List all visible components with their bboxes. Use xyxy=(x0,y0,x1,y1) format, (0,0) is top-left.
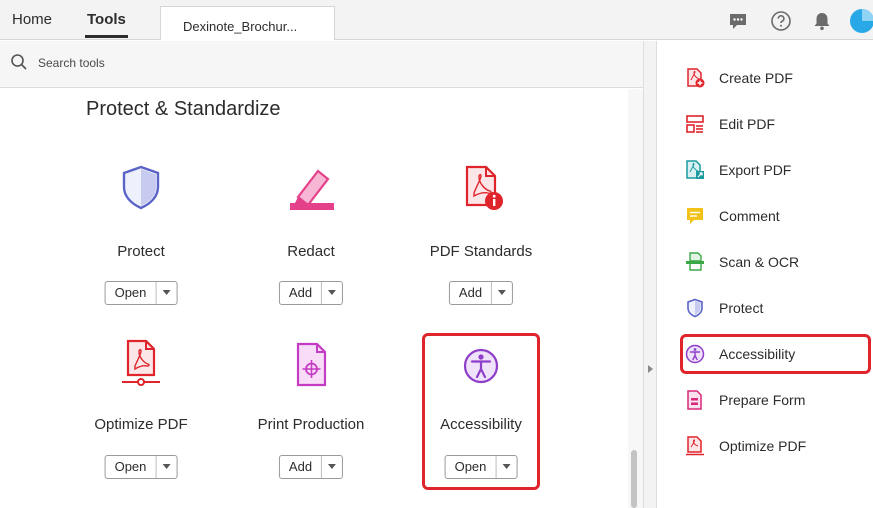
add-split-button: Add xyxy=(278,455,344,479)
tab-home[interactable]: Home xyxy=(12,11,52,28)
chevron-down-icon xyxy=(162,464,171,469)
tool-print-production[interactable]: Print Production Add xyxy=(226,89,396,479)
panel-item-prepare-form[interactable]: Prepare Form xyxy=(657,383,873,417)
search-bar xyxy=(0,41,643,88)
optimize-pdf-icon xyxy=(122,339,160,386)
add-split-button: Add xyxy=(278,281,344,305)
chevron-down-icon xyxy=(328,290,337,295)
shield-icon xyxy=(687,298,703,318)
print-production-icon xyxy=(296,342,327,387)
add-button[interactable]: Add xyxy=(280,282,323,304)
panel-item-edit-pdf[interactable]: Edit PDF xyxy=(657,107,873,141)
open-split-button: Open xyxy=(104,281,178,305)
scan-ocr-icon xyxy=(686,252,704,271)
panel-divider xyxy=(643,41,657,508)
panel-item-accessibility[interactable]: Accessibility xyxy=(657,337,873,371)
optimize-pdf-icon xyxy=(686,436,704,456)
chevron-down-icon xyxy=(328,464,337,469)
panel-item-label: Protect xyxy=(719,300,764,316)
add-split-button: Add xyxy=(448,281,514,305)
tool-optimize-pdf[interactable]: Optimize PDF Open xyxy=(56,89,226,479)
open-button[interactable]: Open xyxy=(106,456,157,478)
avatar[interactable] xyxy=(850,9,873,33)
chevron-down-icon xyxy=(498,290,507,295)
open-split-button: Open xyxy=(444,455,518,479)
search-icon xyxy=(11,54,27,70)
panel-item-label: Scan & OCR xyxy=(719,254,800,270)
tools-grid: Protect & Standardize Protect Open Redac… xyxy=(0,89,628,508)
panel-item-label: Edit PDF xyxy=(719,116,776,132)
tool-name: Optimize PDF xyxy=(94,416,188,433)
collapse-panel-icon[interactable] xyxy=(645,364,655,374)
scrollbar-thumb[interactable] xyxy=(631,450,637,508)
right-tools-panel: Create PDF Edit PDF Export PDF Comment S… xyxy=(657,41,873,508)
comment-icon xyxy=(687,208,703,224)
dropdown-button[interactable] xyxy=(156,456,176,478)
open-button[interactable]: Open xyxy=(446,456,497,478)
dropdown-button[interactable] xyxy=(322,456,342,478)
tool-name: Accessibility xyxy=(440,416,522,433)
accessibility-icon xyxy=(685,344,705,364)
panel-item-label: Export PDF xyxy=(719,162,792,178)
add-button[interactable]: Add xyxy=(280,456,323,478)
tab-tools[interactable]: Tools xyxy=(85,11,128,38)
panel-item-label: Prepare Form xyxy=(719,392,806,408)
panel-item-create-pdf[interactable]: Create PDF xyxy=(657,61,873,95)
prepare-form-icon xyxy=(687,390,702,410)
open-split-button: Open xyxy=(104,455,178,479)
export-pdf-icon xyxy=(686,160,704,179)
dropdown-button[interactable] xyxy=(322,282,342,304)
panel-item-label: Create PDF xyxy=(719,70,793,86)
panel-item-protect[interactable]: Protect xyxy=(657,291,873,325)
document-tab[interactable]: Dexinote_Brochur... xyxy=(160,6,335,40)
dropdown-button[interactable] xyxy=(156,282,176,304)
top-bar: Home Tools Dexinote_Brochur... xyxy=(0,0,873,40)
help-icon[interactable] xyxy=(770,10,792,32)
chevron-down-icon xyxy=(162,290,171,295)
panel-item-scan-ocr[interactable]: Scan & OCR xyxy=(657,245,873,279)
panel-item-label: Accessibility xyxy=(719,346,796,362)
search-input[interactable] xyxy=(38,52,438,74)
open-button[interactable]: Open xyxy=(106,282,157,304)
dropdown-button[interactable] xyxy=(496,456,516,478)
add-button[interactable]: Add xyxy=(450,282,493,304)
tool-accessibility[interactable]: Accessibility Open xyxy=(396,89,566,479)
panel-item-label: Optimize PDF xyxy=(719,438,807,454)
panel-item-label: Comment xyxy=(719,208,780,224)
chevron-down-icon xyxy=(502,464,511,469)
messages-icon[interactable] xyxy=(727,10,749,32)
create-pdf-icon xyxy=(687,68,705,88)
panel-item-export-pdf[interactable]: Export PDF xyxy=(657,153,873,187)
notifications-bell-icon[interactable] xyxy=(811,10,833,32)
panel-item-comment[interactable]: Comment xyxy=(657,199,873,233)
edit-pdf-icon xyxy=(686,115,704,133)
tool-name: Print Production xyxy=(257,416,365,433)
accessibility-icon xyxy=(463,348,499,384)
dropdown-button[interactable] xyxy=(492,282,512,304)
panel-item-optimize-pdf[interactable]: Optimize PDF xyxy=(657,429,873,463)
scrollbar-track[interactable] xyxy=(628,89,643,508)
